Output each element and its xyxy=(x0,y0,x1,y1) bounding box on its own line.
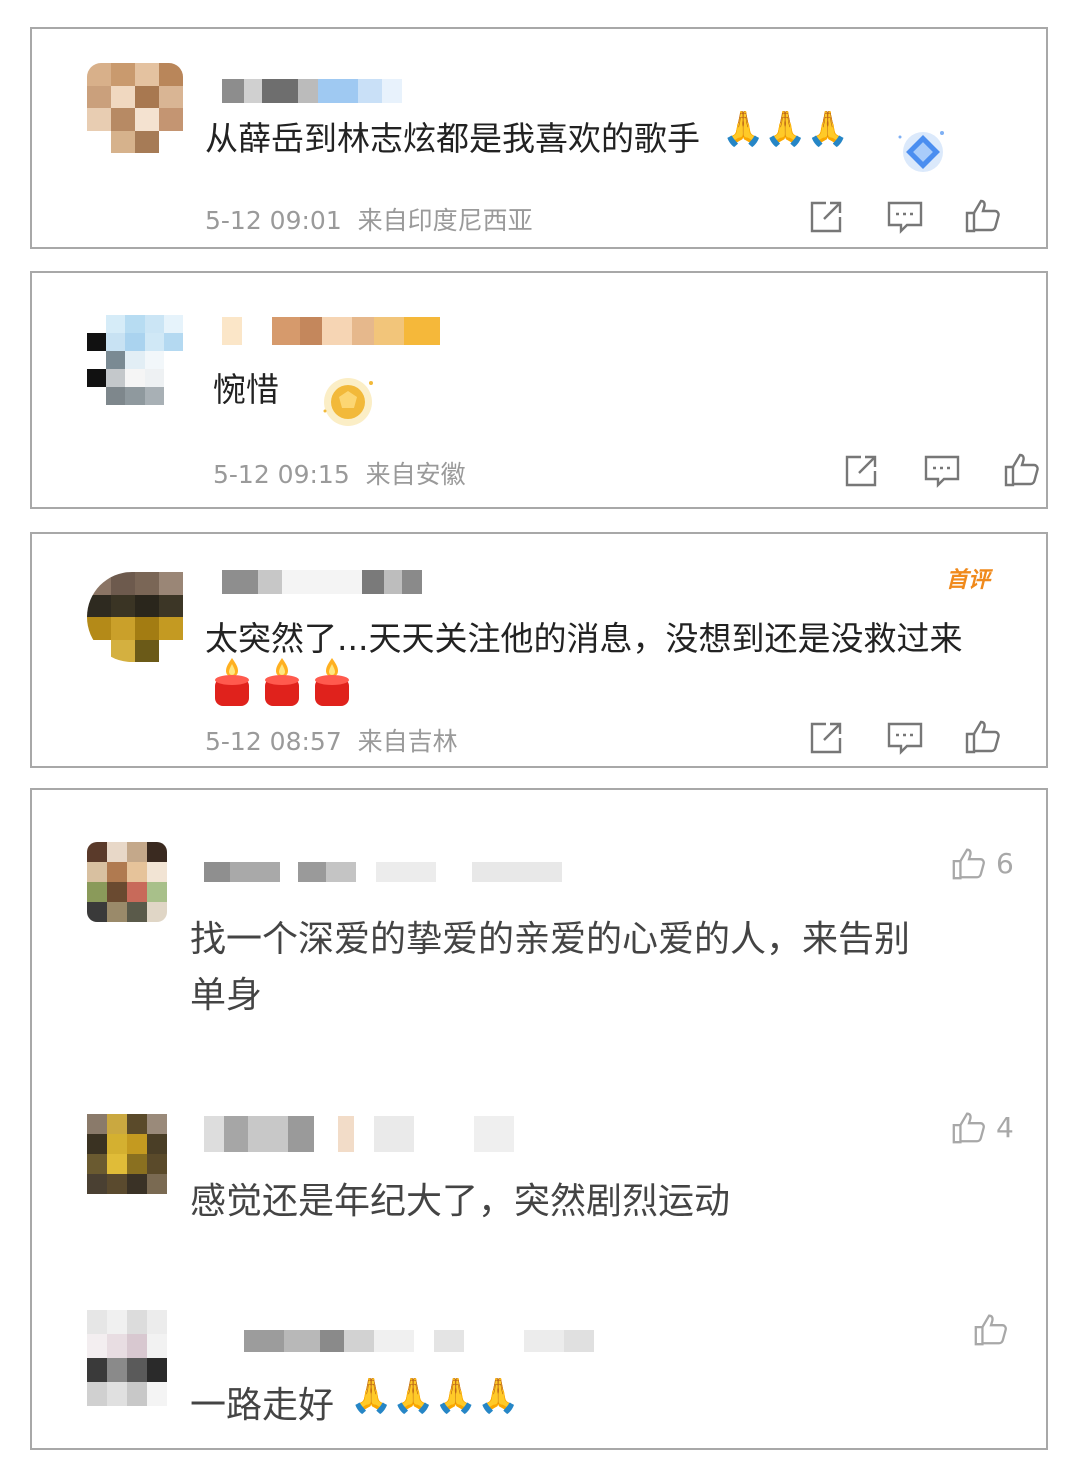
candle-icon xyxy=(312,656,352,708)
pray-emoji: 🙏🙏🙏🙏 xyxy=(350,1376,520,1416)
reply-text: 感觉还是年纪大了，突然剧烈运动 xyxy=(190,1181,731,1222)
like-icon[interactable] xyxy=(950,1108,988,1146)
first-comment-tag: 首评 xyxy=(946,568,991,593)
comment-time: 5-12 09:01 来自印度尼西亚 xyxy=(205,206,533,235)
comment-text: 惋惜 xyxy=(213,370,279,409)
like-icon[interactable] xyxy=(950,844,988,882)
candle-icon xyxy=(262,656,302,708)
like-count: 4 xyxy=(996,1110,1014,1144)
reply-text-line2: 单身 xyxy=(190,975,263,1016)
like-count: 6 xyxy=(996,846,1014,880)
reply-like[interactable]: 4 xyxy=(950,1108,1014,1146)
gold-badge-icon xyxy=(317,371,379,433)
avatar[interactable] xyxy=(87,1310,167,1406)
reply-text: 找一个深爱的挚爱的亲爱的心爱的人，来告别 xyxy=(190,919,911,960)
comment-icon[interactable] xyxy=(922,451,962,491)
avatar[interactable] xyxy=(87,572,183,662)
comment-card-3: 首评 太突然了...天天关注他的消息，没想到还是没救过来 5-12 08:57 … xyxy=(30,532,1048,768)
comment-card-1: 从薛岳到林志炫都是我喜欢的歌手 🙏🙏🙏 5-12 09:01 来自印度尼西亚 xyxy=(30,27,1048,249)
comment-card-2: 惋惜 5-12 09:15 来自安徽 xyxy=(30,271,1048,509)
share-icon[interactable] xyxy=(806,718,846,758)
username[interactable] xyxy=(244,1330,594,1352)
username[interactable] xyxy=(204,862,562,882)
username[interactable] xyxy=(222,79,402,103)
avatar[interactable] xyxy=(87,1114,167,1194)
comment-text: 从薛岳到林志炫都是我喜欢的歌手 xyxy=(205,119,700,158)
username[interactable] xyxy=(204,1116,514,1152)
comment-icon[interactable] xyxy=(885,718,925,758)
comment-icon[interactable] xyxy=(885,197,925,237)
avatar[interactable] xyxy=(87,63,183,153)
candle-icon xyxy=(212,656,252,708)
like-icon[interactable] xyxy=(1002,449,1042,489)
avatar[interactable] xyxy=(87,842,167,922)
like-icon[interactable] xyxy=(972,1310,1010,1348)
share-icon[interactable] xyxy=(806,197,846,237)
replies-card: 6 找一个深爱的挚爱的亲爱的心爱的人，来告别 单身 4 感觉还是年纪大了，突然剧… xyxy=(30,788,1048,1450)
reply-text: 一路走好 xyxy=(190,1385,335,1426)
like-icon[interactable] xyxy=(963,195,1003,235)
username[interactable] xyxy=(222,570,422,594)
username[interactable] xyxy=(222,317,440,345)
reply-like[interactable]: 6 xyxy=(950,844,1014,882)
like-icon[interactable] xyxy=(963,716,1003,756)
comment-text: 太突然了...天天关注他的消息，没想到还是没救过来 xyxy=(205,619,963,658)
pray-emoji: 🙏🙏🙏 xyxy=(722,109,850,149)
diamond-badge-icon xyxy=(894,123,952,181)
share-icon[interactable] xyxy=(841,451,881,491)
comment-time: 5-12 09:15 来自安徽 xyxy=(213,460,466,489)
comment-time: 5-12 08:57 来自吉林 xyxy=(205,727,458,756)
avatar[interactable] xyxy=(87,315,183,405)
